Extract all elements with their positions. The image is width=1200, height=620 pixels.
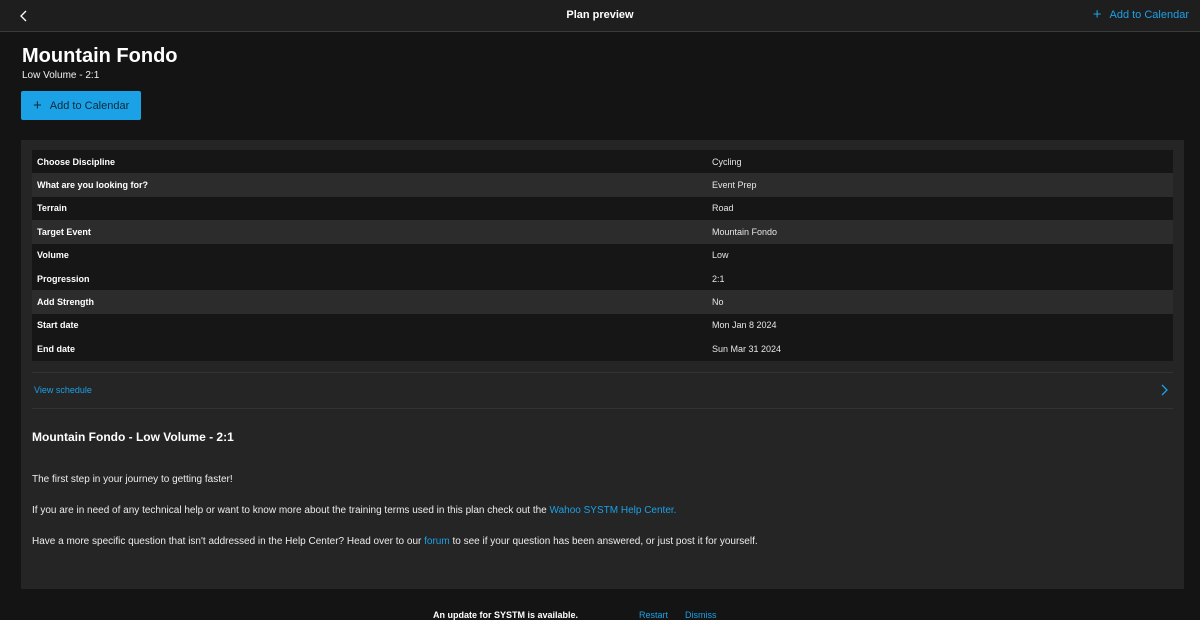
row-value: Road [712,203,734,214]
row-value: Event Prep [712,180,757,191]
view-schedule-row[interactable]: View schedule [32,372,1173,408]
row-label: Choose Discipline [37,156,116,167]
paragraph-text: The first step in your journey to gettin… [32,474,233,485]
plus-icon: + [33,96,42,114]
plan-card: Choose Discipline Cycling What are you l… [21,140,1184,589]
row-value: No [712,297,724,308]
row-value: Mountain Fondo [712,226,778,237]
description-paragraph-2: If you are in need of any technical help… [32,505,676,516]
top-bar: Plan preview + Add to Calendar [0,0,1200,32]
update-notification: An update for SYSTM is available. Restar… [0,606,1200,620]
plan-subtitle: Low Volume - 2:1 [22,70,100,81]
add-to-calendar-label: Add to Calendar [49,99,130,112]
table-row: What are you looking for? Event Prep [32,173,1173,197]
table-row: Start date Mon Jan 8 2024 [32,313,1173,338]
forum-link[interactable]: forum [424,536,450,547]
table-row: Choose Discipline Cycling [32,150,1173,174]
row-value: Mon Jan 8 2024 [712,320,777,331]
restart-button[interactable]: Restart [639,610,668,620]
add-to-calendar-button[interactable]: + Add to Calendar [21,91,141,120]
row-label: Target Event [37,226,91,237]
row-label: Terrain [37,203,67,214]
row-label: Add Strength [37,297,94,308]
paragraph-text: Have a more specific question that isn't… [32,536,425,547]
plan-details-table: Choose Discipline Cycling What are you l… [32,150,1173,361]
row-label: What are you looking for? [37,180,149,191]
row-value: Cycling [712,156,742,167]
update-message: An update for SYSTM is available. [433,610,579,620]
row-label: Start date [37,320,79,331]
top-add-to-calendar-label: Add to Calendar [1109,9,1190,21]
table-row: Progression 2:1 [32,266,1173,291]
page-title: Plan preview [566,9,634,21]
help-center-link[interactable]: Wahoo SYSTM Help Center. [550,505,677,516]
table-row: Terrain Road [32,196,1173,221]
row-label: End date [37,343,76,354]
paragraph-text: to see if your question has been answere… [449,536,758,547]
row-value: 2:1 [712,273,725,284]
description-paragraph-1: The first step in your journey to gettin… [32,474,233,485]
table-row: Add Strength No [32,290,1173,314]
row-value: Low [712,250,729,261]
view-schedule-link[interactable]: View schedule [32,385,92,395]
row-label: Progression [37,273,90,284]
row-label: Volume [37,250,69,261]
plus-icon: + [1092,6,1102,23]
paragraph-text: If you are in need of any technical help… [32,505,550,516]
table-row: End date Sun Mar 31 2024 [32,337,1173,361]
top-add-to-calendar-button[interactable]: + Add to Calendar [1092,6,1190,23]
dismiss-button[interactable]: Dismiss [685,610,717,620]
table-row: Target Event Mountain Fondo [32,220,1173,244]
row-value: Sun Mar 31 2024 [712,343,782,354]
chevron-right-icon [1161,384,1168,396]
plan-title: Mountain Fondo [22,45,178,67]
divider [32,408,1173,409]
description-title: Mountain Fondo - Low Volume - 2:1 [32,430,234,444]
table-row: Volume Low [32,243,1173,267]
description-paragraph-3: Have a more specific question that isn't… [32,536,758,547]
